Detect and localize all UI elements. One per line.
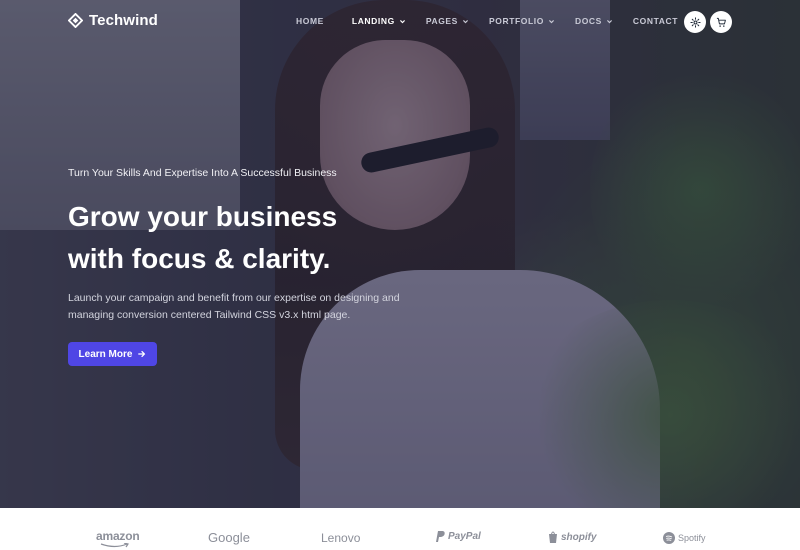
spotify-logo: Spotify <box>663 532 706 544</box>
chevron-down-icon <box>548 19 554 23</box>
navbar: Techwind Home Landing Pages Portfolio Do… <box>0 0 800 44</box>
shopify-logo: shopify <box>548 531 597 543</box>
lenovo-logo-text: Lenovo <box>321 531 361 545</box>
google-logo-text: Google <box>208 530 250 545</box>
cart-button[interactable] <box>710 11 732 33</box>
chevron-down-icon <box>606 19 612 23</box>
nav-item-label: Contact <box>632 16 679 26</box>
nav-item-portfolio[interactable]: Portfolio <box>489 16 555 26</box>
nav-item-pages[interactable]: Pages <box>426 16 469 26</box>
shopify-logo-text: shopify <box>561 531 597 543</box>
hero-eyebrow: Turn Your Skills And Expertise Into A Su… <box>68 167 337 179</box>
learn-more-label: Learn More <box>78 348 133 360</box>
settings-button[interactable] <box>684 11 706 33</box>
amazon-logo: amazon <box>96 529 140 548</box>
nav-item-home[interactable]: Home <box>296 16 324 26</box>
shopify-bag-icon <box>549 531 557 543</box>
hero-description-line: Launch your campaign and benefit from ou… <box>68 292 400 304</box>
nav-item-label: Home <box>296 16 324 26</box>
spotify-logo-text: Spotify <box>678 533 706 543</box>
hero-description: Launch your campaign and benefit from ou… <box>68 290 428 324</box>
arrow-right-icon <box>138 350 146 358</box>
nav-item-label: Docs <box>574 16 602 26</box>
paypal-icon <box>436 531 445 542</box>
nav-item-docs[interactable]: Docs <box>575 16 613 26</box>
nav-item-label: Pages <box>425 16 458 26</box>
chevron-down-icon <box>399 19 405 23</box>
nav-item-landing[interactable]: Landing <box>352 16 406 26</box>
partner-logos-strip: amazon Google Lenovo PayPal shopify Spot… <box>0 508 800 550</box>
cart-icon <box>716 17 726 27</box>
spotify-icon <box>663 532 675 544</box>
main-nav: Home Landing Pages Portfolio Docs Contac… <box>296 16 678 26</box>
brand-logo-link[interactable]: Techwind <box>68 12 158 29</box>
gear-icon <box>689 16 701 28</box>
paypal-logo: PayPal <box>436 531 481 542</box>
amazon-smile-icon <box>100 543 129 548</box>
hero-headline-line: with focus & clarity. <box>68 243 331 274</box>
learn-more-button[interactable]: Learn More <box>68 342 157 366</box>
brand-name: Techwind <box>89 12 158 29</box>
nav-item-label: Portfolio <box>488 16 544 26</box>
hero-description-line: managing conversion centered Tailwind CS… <box>68 309 351 321</box>
chevron-down-icon <box>462 19 468 23</box>
nav-item-label: Landing <box>351 16 395 26</box>
amazon-logo-text: amazon <box>96 529 140 543</box>
google-logo: Google <box>208 530 250 545</box>
paypal-logo-text: PayPal <box>448 531 481 542</box>
techwind-logo-icon <box>68 13 83 28</box>
hero-headline-line: Grow your business <box>68 201 338 232</box>
hero-headline: Grow your business with focus & clarity. <box>68 196 337 280</box>
lenovo-logo: Lenovo <box>321 531 360 545</box>
nav-item-contact[interactable]: Contact <box>633 16 678 26</box>
